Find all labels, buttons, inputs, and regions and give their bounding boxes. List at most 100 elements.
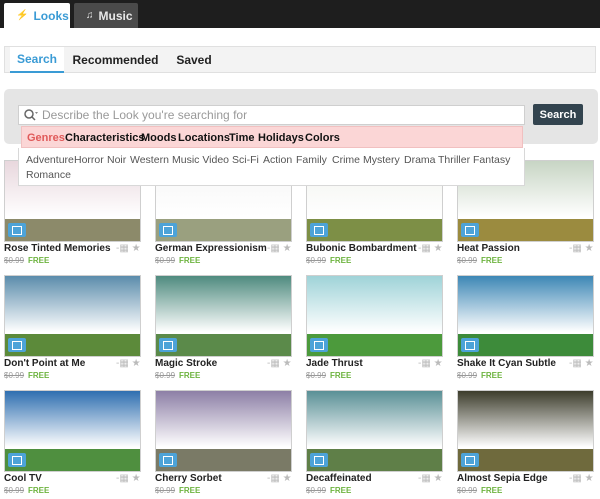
genre-adventure[interactable]: Adventure [26, 154, 74, 166]
add-to-list-icon[interactable]: -▦ [116, 358, 129, 369]
look-title[interactable]: Magic Stroke [155, 358, 217, 369]
genre-music-video[interactable]: Music Video [172, 154, 229, 166]
music-note-icon: ♫ [86, 10, 94, 21]
look-title[interactable]: Rose Tinted Memories [4, 243, 111, 254]
star-icon[interactable]: ★ [132, 243, 141, 254]
look-title[interactable]: Cherry Sorbet [155, 473, 222, 484]
star-icon[interactable]: ★ [434, 358, 443, 369]
tab-looks-label: Looks [33, 8, 69, 23]
look-title[interactable]: Bubonic Bombardment [306, 243, 417, 254]
genre-drama[interactable]: Drama [404, 154, 436, 166]
look-title[interactable]: Jade Thrust [306, 358, 363, 369]
look-thumbnail[interactable] [4, 390, 141, 472]
add-to-list-icon[interactable]: -▦ [267, 473, 280, 484]
free-label: FREE [481, 256, 503, 265]
subtab-search[interactable]: Search [10, 47, 64, 73]
genre-romance[interactable]: Romance [26, 169, 71, 181]
star-icon[interactable]: ★ [434, 473, 443, 484]
star-icon[interactable]: ★ [132, 358, 141, 369]
add-to-list-icon[interactable]: -▦ [267, 358, 280, 369]
look-price: $0.99 [4, 256, 25, 265]
tab-music[interactable]: ♫ Music [74, 3, 138, 28]
add-to-list-icon[interactable]: -▦ [569, 243, 582, 254]
genre-crime[interactable]: Crime [332, 154, 360, 166]
look-thumbnail[interactable] [4, 275, 141, 357]
film-badge-icon [310, 453, 328, 467]
genre-action[interactable]: Action [263, 154, 292, 166]
genre-fantasy[interactable]: Fantasy [473, 154, 510, 166]
look-title[interactable]: Don't Point at Me [4, 358, 85, 369]
look-thumbnail[interactable] [155, 275, 292, 357]
add-to-list-icon[interactable]: -▦ [418, 243, 431, 254]
look-price: $0.99 [306, 371, 327, 380]
look-title[interactable]: Decaffeinated [306, 473, 372, 484]
add-to-list-icon[interactable]: -▦ [116, 473, 129, 484]
category-moods[interactable]: Moods [141, 132, 176, 144]
film-badge-icon [461, 223, 479, 237]
genre-mystery[interactable]: Mystery [363, 154, 400, 166]
look-controls: -▦ ★ [267, 358, 292, 369]
genre-horror[interactable]: Horror [74, 154, 104, 166]
look-controls: -▦ ★ [267, 243, 292, 254]
genre-western[interactable]: Western [130, 154, 169, 166]
look-controls: -▦ ★ [267, 473, 292, 484]
star-icon[interactable]: ★ [283, 473, 292, 484]
look-title[interactable]: German Expressionism [155, 243, 267, 254]
look-price: $0.99 [155, 371, 176, 380]
look-title[interactable]: Cool TV [4, 473, 42, 484]
look-thumbnail[interactable] [306, 390, 443, 472]
look-controls: -▦ ★ [569, 473, 594, 484]
genre-thriller[interactable]: Thriller [438, 154, 470, 166]
star-icon[interactable]: ★ [132, 473, 141, 484]
add-to-list-icon[interactable]: -▦ [569, 358, 582, 369]
search-box [18, 105, 525, 125]
look-title[interactable]: Shake It Cyan Subtle [457, 358, 556, 369]
look-title[interactable]: Heat Passion [457, 243, 520, 254]
tab-looks[interactable]: ⚡ Looks [4, 3, 70, 28]
look-thumbnail[interactable] [457, 390, 594, 472]
free-label: FREE [28, 486, 50, 495]
category-time[interactable]: Time [229, 132, 254, 144]
look-thumbnail[interactable] [155, 390, 292, 472]
look-price: $0.99 [457, 371, 478, 380]
subtab-saved[interactable]: Saved [168, 47, 220, 73]
free-label: FREE [481, 371, 503, 380]
genre-noir[interactable]: Noir [107, 154, 126, 166]
film-badge-icon [8, 453, 26, 467]
film-badge-icon [8, 338, 26, 352]
look-controls: -▦ ★ [116, 473, 141, 484]
free-label: FREE [330, 486, 352, 495]
add-to-list-icon[interactable]: -▦ [116, 243, 129, 254]
genre-sci-fi[interactable]: Sci-Fi [232, 154, 259, 166]
category-holidays[interactable]: Holidays [258, 132, 304, 144]
add-to-list-icon[interactable]: -▦ [418, 473, 431, 484]
sub-nav: Search Recommended Saved [4, 46, 596, 73]
category-locations[interactable]: Locations [178, 132, 230, 144]
star-icon[interactable]: ★ [585, 473, 594, 484]
free-label: FREE [179, 371, 201, 380]
look-title[interactable]: Almost Sepia Edge [457, 473, 548, 484]
category-colors[interactable]: Colors [305, 132, 340, 144]
film-badge-icon [159, 453, 177, 467]
look-controls: -▦ ★ [418, 473, 443, 484]
look-thumbnail[interactable] [306, 275, 443, 357]
genre-family[interactable]: Family [296, 154, 327, 166]
look-controls: -▦ ★ [418, 358, 443, 369]
star-icon[interactable]: ★ [434, 243, 443, 254]
search-button[interactable]: Search [533, 104, 583, 125]
star-icon[interactable]: ★ [283, 243, 292, 254]
subtab-recommended[interactable]: Recommended [68, 47, 163, 73]
free-label: FREE [481, 486, 503, 495]
add-to-list-icon[interactable]: -▦ [418, 358, 431, 369]
star-icon[interactable]: ★ [585, 243, 594, 254]
look-thumbnail[interactable] [457, 275, 594, 357]
star-icon[interactable]: ★ [585, 358, 594, 369]
category-characteristics[interactable]: Characteristics [65, 132, 145, 144]
add-to-list-icon[interactable]: -▦ [569, 473, 582, 484]
category-genres[interactable]: Genres [27, 132, 65, 144]
film-badge-icon [310, 338, 328, 352]
free-label: FREE [179, 486, 201, 495]
add-to-list-icon[interactable]: -▦ [267, 243, 280, 254]
search-input[interactable] [42, 107, 522, 123]
star-icon[interactable]: ★ [283, 358, 292, 369]
